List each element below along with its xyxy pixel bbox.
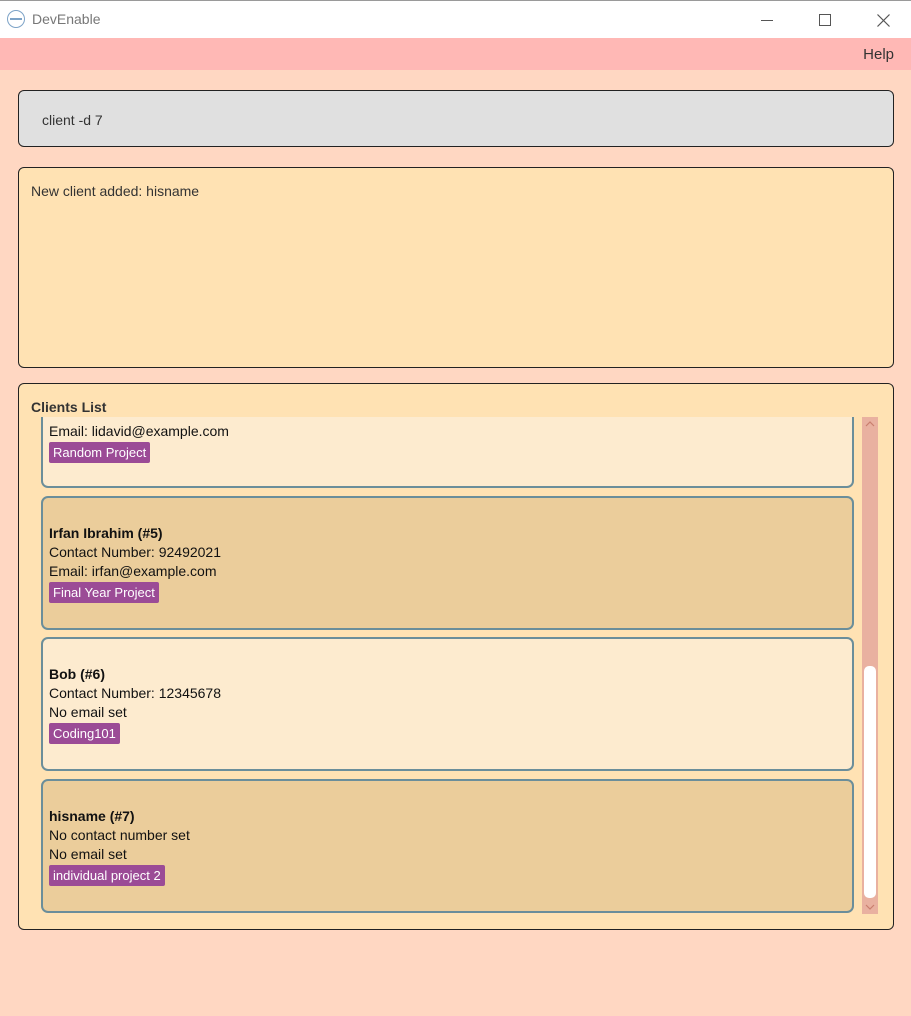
- scroll-thumb[interactable]: [864, 666, 876, 898]
- close-button[interactable]: [854, 1, 911, 39]
- scroll-up-button[interactable]: [862, 417, 878, 431]
- command-input[interactable]: client -d 7: [18, 90, 894, 147]
- chevron-up-icon: [865, 421, 875, 427]
- maximize-button[interactable]: [796, 1, 854, 39]
- command-input-text[interactable]: client -d 7: [42, 112, 103, 128]
- client-tag: Final Year Project: [49, 582, 159, 603]
- client-card[interactable]: hisname (#7) No contact number set No em…: [41, 779, 854, 913]
- client-name: Irfan Ibrahim (#5): [49, 525, 163, 541]
- clients-list[interactable]: Email: lidavid@example.com Random Projec…: [39, 417, 857, 914]
- clients-list-title: Clients List: [31, 399, 107, 415]
- chevron-down-icon: [865, 904, 875, 910]
- minimize-icon: [761, 19, 773, 21]
- client-email: No email set: [49, 704, 127, 720]
- client-tag: Random Project: [49, 442, 151, 463]
- client-card[interactable]: Bob (#6) Contact Number: 12345678 No ema…: [41, 637, 854, 771]
- scroll-down-button[interactable]: [862, 900, 878, 914]
- client-tag: Coding101: [49, 723, 120, 744]
- client-contact: No contact number set: [49, 827, 190, 843]
- close-icon: [876, 13, 890, 27]
- client-name: hisname (#7): [49, 808, 135, 824]
- window-title: DevEnable: [32, 11, 101, 27]
- menu-bar: Help: [0, 38, 911, 70]
- clients-list-panel: Clients List Email: lidavid@example.com …: [18, 383, 894, 930]
- client-name: Bob (#6): [49, 666, 105, 682]
- client-tag: individual project 2: [49, 865, 165, 886]
- clients-list-scrollbar[interactable]: [862, 417, 878, 914]
- client-contact: Contact Number: 12345678: [49, 685, 221, 701]
- client-email: Email: irfan@example.com: [49, 563, 217, 579]
- help-menu[interactable]: Help: [863, 46, 894, 63]
- client-email: No email set: [49, 846, 127, 862]
- app-logo-icon: [7, 10, 25, 28]
- result-display: New client added: hisname: [18, 167, 894, 368]
- maximize-icon: [819, 14, 831, 26]
- client-contact: Contact Number: 92492021: [49, 544, 221, 560]
- minimize-button[interactable]: [738, 1, 796, 39]
- result-message: New client added: hisname: [31, 183, 200, 199]
- client-card[interactable]: Irfan Ibrahim (#5) Contact Number: 92492…: [41, 496, 854, 630]
- window-title-bar: DevEnable: [0, 0, 911, 38]
- client-card[interactable]: Email: lidavid@example.com Random Projec…: [41, 417, 854, 488]
- client-email: Email: lidavid@example.com: [49, 423, 229, 439]
